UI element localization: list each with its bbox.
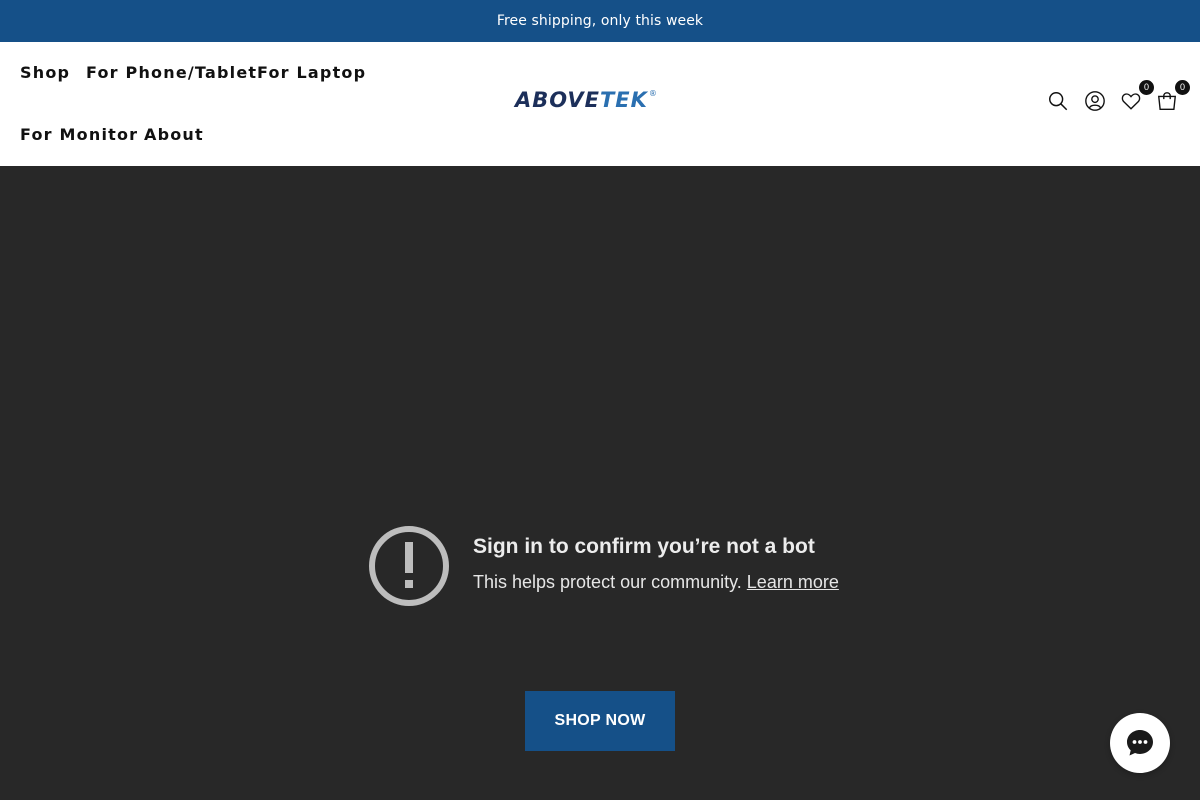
alert-circle-icon	[369, 526, 449, 606]
cart-count-badge: 0	[1175, 80, 1190, 95]
notice-body-text: This helps protect our community.	[473, 572, 742, 592]
announcement-text: Free shipping, only this week	[496, 13, 704, 29]
wishlist-count-badge: 0	[1139, 80, 1154, 95]
chat-bubble-icon	[1127, 730, 1153, 756]
learn-more-link[interactable]: Learn more	[747, 572, 839, 592]
heart-icon	[1121, 93, 1141, 110]
logo-wordmark: ABOVETEK	[515, 88, 648, 112]
shop-now-button[interactable]: SHOP NOW	[525, 691, 675, 751]
search-button[interactable]	[1047, 90, 1071, 114]
notice-body: This helps protect our community. Learn …	[473, 572, 839, 593]
nav-item-about[interactable]: About	[144, 125, 204, 145]
notice-title: Sign in to confirm you’re not a bot	[473, 535, 815, 558]
nav-item-laptop[interactable]: For Laptop	[257, 63, 366, 83]
sign-in-notice: Sign in to confirm you’re not a bot This…	[369, 526, 889, 608]
wishlist-button[interactable]: 0	[1120, 80, 1154, 114]
announcement-bar: Free shipping, only this week	[0, 0, 1200, 42]
chat-widget-button[interactable]	[1110, 713, 1170, 773]
account-button[interactable]	[1084, 90, 1108, 114]
site-header: Shop For Phone/Tablet For Laptop For Mon…	[0, 42, 1200, 166]
search-icon	[1049, 92, 1068, 111]
cart-button[interactable]: 0	[1156, 80, 1190, 114]
nav-item-monitor[interactable]: For Monitor	[20, 125, 138, 145]
cart-icon	[1157, 92, 1177, 110]
logo-registered-mark: ®	[648, 88, 657, 98]
site-logo[interactable]: ABOVETEK ®	[515, 86, 657, 114]
nav-item-phone-tablet[interactable]: For Phone/Tablet	[86, 63, 257, 83]
user-icon	[1085, 91, 1105, 111]
nav-item-shop[interactable]: Shop	[20, 63, 70, 83]
